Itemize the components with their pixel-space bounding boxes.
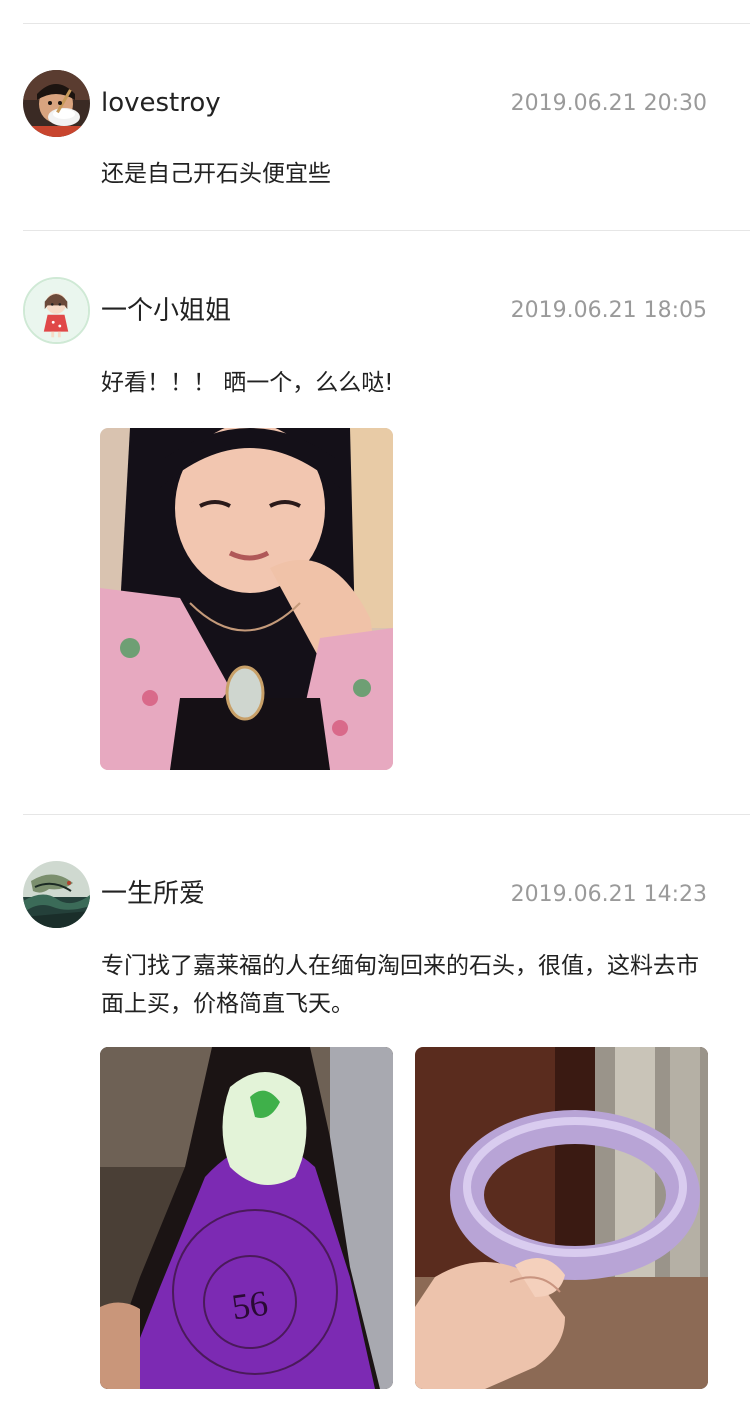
comment-photo-selfie[interactable]	[100, 428, 393, 770]
comment-photo-jade-rough[interactable]: 56	[100, 1047, 393, 1389]
cartoon-girl-avatar-icon[interactable]	[23, 277, 90, 344]
comment-photo-jade-bangle[interactable]	[415, 1047, 708, 1389]
comment-text: 专门找了嘉莱福的人在缅甸淘回来的石头，很值，这料去市面上买，价格简直飞天。	[101, 953, 699, 1017]
comment-timestamp: 2019.06.21 14:23	[510, 882, 707, 907]
username[interactable]: 一生所爱	[101, 877, 205, 911]
stone-marking: 56	[229, 1283, 270, 1328]
comment-timestamp: 2019.06.21 18:05	[510, 298, 707, 323]
divider	[23, 23, 750, 24]
divider	[23, 230, 750, 231]
username[interactable]: 一个小姐姐	[101, 294, 231, 328]
divider	[23, 814, 750, 815]
username[interactable]: lovestroy	[101, 86, 221, 120]
comment-text: 还是自己开石头便宜些	[101, 161, 331, 187]
eating-child-avatar-icon[interactable]	[23, 70, 90, 137]
comment-text: 好看！！！ 晒一个，么么哒!	[101, 370, 394, 396]
dragon-painting-avatar-icon[interactable]	[23, 861, 90, 928]
comment-timestamp: 2019.06.21 20:30	[510, 91, 707, 116]
